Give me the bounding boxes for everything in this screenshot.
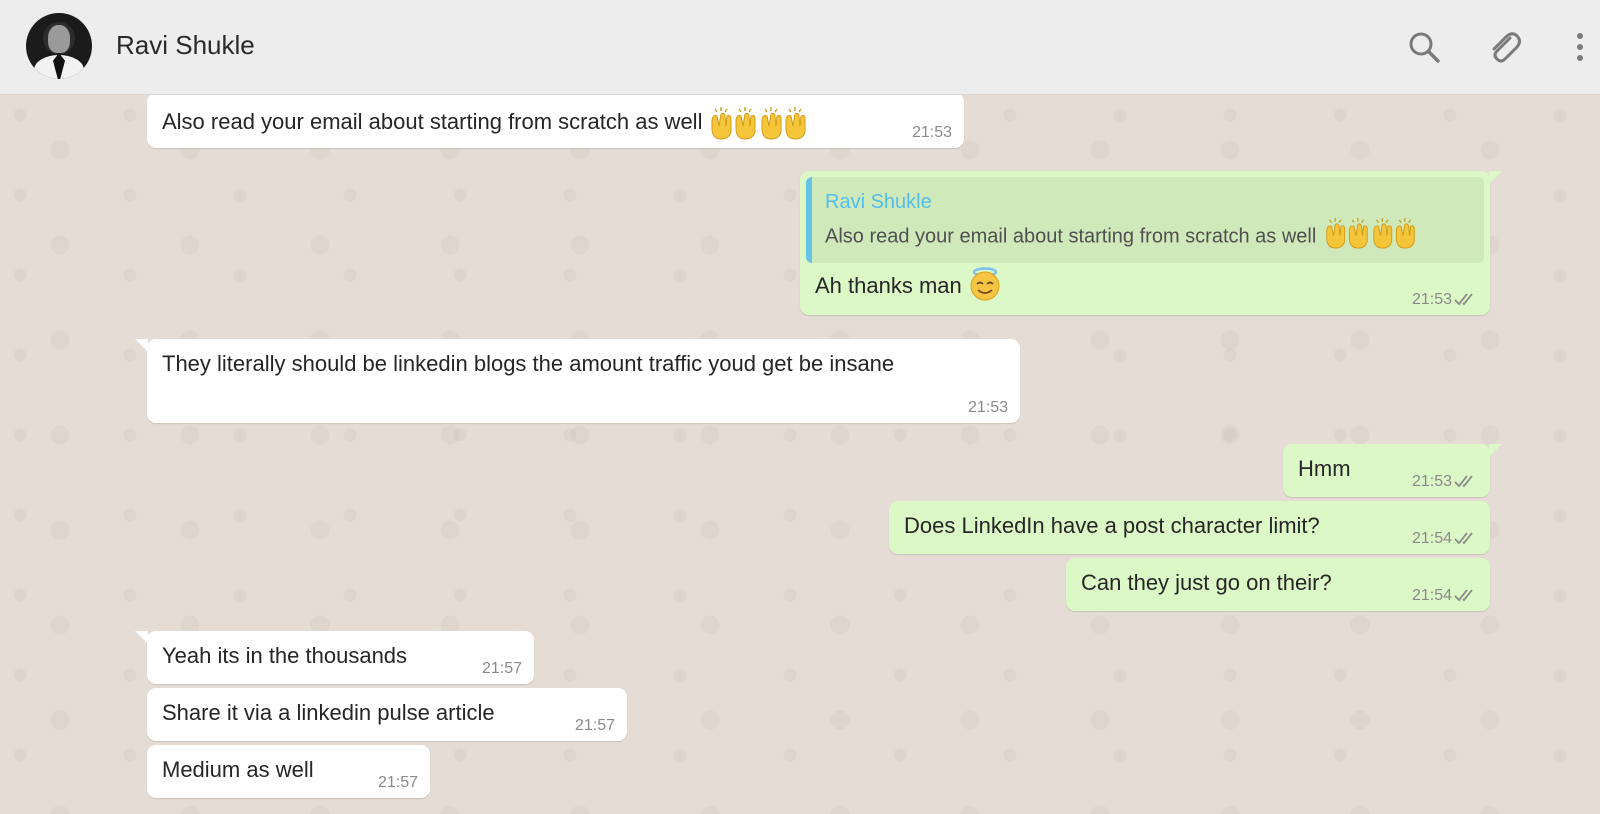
raising-hands-emoji (1322, 217, 1420, 249)
message-text: They literally should be linkedin blogs … (162, 351, 895, 376)
message-text: Share it via a linkedin pulse article (162, 700, 495, 725)
smiling-face-with-halo-emoji (968, 267, 1002, 301)
message-text: Also read your email about starting from… (162, 106, 810, 140)
message-incoming[interactable]: They literally should be linkedin blogs … (135, 339, 1020, 423)
message-text: Hmm (1298, 456, 1351, 481)
message-outgoing[interactable]: Ravi Shukle Also read your email about s… (800, 171, 1502, 315)
message-time: 21:54 (1411, 587, 1452, 604)
message-time: 21:57 (377, 774, 418, 791)
read-ticks-icon (1454, 588, 1478, 602)
message-outgoing[interactable]: Does LinkedIn have a post character limi… (889, 501, 1490, 554)
read-ticks-icon (1454, 474, 1478, 488)
message-incoming[interactable]: Medium as well 21:57 (147, 745, 430, 798)
message-incoming[interactable]: Also read your email about starting from… (147, 95, 964, 148)
message-time: 21:53 (1411, 473, 1452, 490)
message-time: 21:54 (1411, 530, 1452, 547)
message-outgoing[interactable]: Can they just go on their? 21:54 (1066, 558, 1490, 611)
quoted-sender: Ravi Shukle (825, 191, 932, 213)
raising-hands-emoji (708, 106, 810, 140)
quoted-text: Also read your email about starting from… (825, 225, 1420, 249)
quoted-message[interactable]: Ravi Shukle Also read your email about s… (806, 177, 1484, 263)
chat-area[interactable]: Also read your email about starting from… (0, 95, 1600, 814)
message-text: Medium as well (162, 757, 314, 782)
message-time: 21:53 (911, 124, 952, 141)
search-icon[interactable] (1404, 27, 1444, 67)
message-text: Yeah its in the thousands (162, 643, 408, 668)
message-time: 21:53 (1411, 291, 1452, 308)
chat-header: Ravi Shukle (0, 0, 1600, 95)
message-text: Can they just go on their? (1081, 570, 1332, 595)
attach-icon[interactable] (1484, 27, 1524, 67)
avatar[interactable] (26, 13, 92, 79)
message-incoming[interactable]: Share it via a linkedin pulse article 21… (147, 688, 627, 741)
more-options-icon[interactable] (1560, 27, 1600, 67)
read-ticks-icon (1454, 292, 1478, 306)
message-incoming[interactable]: Yeah its in the thousands 21:57 (135, 631, 534, 684)
message-time: 21:57 (574, 717, 615, 734)
contact-name[interactable]: Ravi Shukle (116, 30, 255, 61)
message-time: 21:57 (481, 660, 522, 677)
message-outgoing[interactable]: Hmm 21:53 (1283, 444, 1502, 497)
message-text: Does LinkedIn have a post character limi… (904, 513, 1320, 538)
message-time: 21:53 (967, 399, 1008, 416)
read-ticks-icon (1454, 531, 1478, 545)
message-text: Ah thanks man (815, 273, 1002, 301)
